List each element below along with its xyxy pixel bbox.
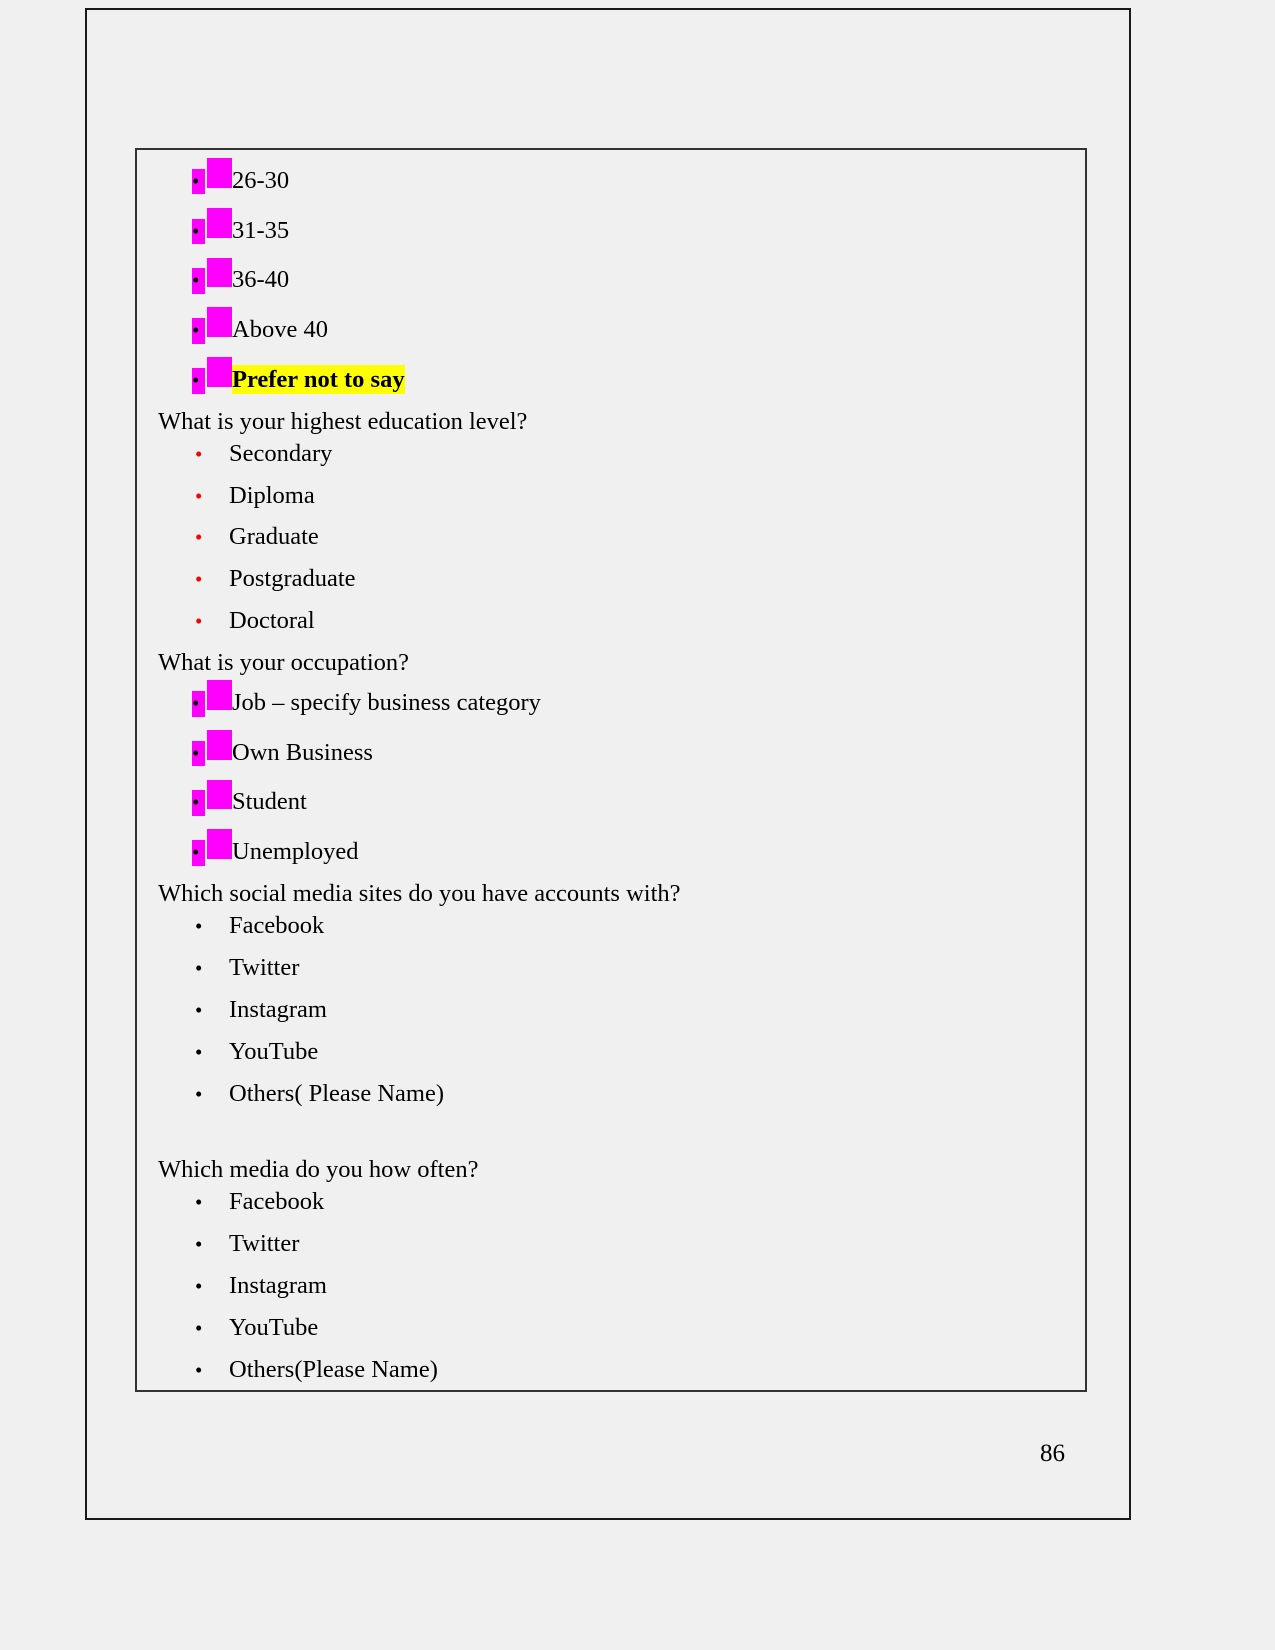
list-item[interactable]: • Graduate [149, 522, 1071, 551]
bullet-icon: • [192, 840, 205, 866]
list-item[interactable]: • Facebook [149, 911, 1071, 940]
option-label: 36-40 [232, 266, 290, 294]
list-item[interactable]: • Instagram [149, 1271, 1071, 1300]
question-education-level: What is your highest education level? [158, 407, 528, 435]
list-item[interactable]: • Twitter [149, 953, 1071, 982]
magenta-tab-fill [207, 207, 232, 238]
magenta-tab-fill [207, 357, 232, 387]
question-social-media-accounts: Which social media sites do you have acc… [158, 880, 681, 908]
option-label: Instagram [229, 995, 327, 1023]
list-item[interactable]: • Postgraduate [149, 564, 1071, 593]
magenta-tab-fill [207, 307, 232, 338]
list-item[interactable]: • Facebook [149, 1187, 1071, 1216]
option-label: 26-30 [232, 166, 290, 194]
list-item[interactable]: • Secondary [149, 439, 1071, 468]
option-label: Twitter [229, 953, 300, 981]
bullet-icon: • [195, 567, 203, 592]
list-item[interactable]: • Prefer not to say [149, 357, 1071, 395]
bullet-icon: • [192, 168, 205, 195]
bullet-icon: • [195, 441, 203, 466]
bullet-icon: • [192, 740, 205, 767]
bullet-icon: • [195, 997, 203, 1022]
magenta-tab-fill [207, 729, 232, 760]
list-item[interactable]: • Job – specify business category [149, 680, 1071, 717]
bullet-icon: • [195, 609, 203, 634]
bullet-icon: • [195, 913, 203, 938]
list-item[interactable]: • Own Business [149, 729, 1071, 767]
option-list-age-range: • 26-30 • 31-35 • 36-40 • Above 40 • Prefer n… [149, 158, 1071, 395]
magenta-tab-fill [207, 829, 232, 860]
option-label: Above 40 [232, 316, 328, 344]
bullet-icon: • [195, 483, 203, 508]
bullet-icon: • [195, 1315, 203, 1340]
list-item[interactable]: • Others(Please Name) [149, 1355, 1071, 1384]
bullet-icon: • [192, 318, 205, 344]
magenta-tab-fill [207, 779, 232, 810]
bullet-icon: • [195, 1232, 203, 1257]
option-label: Secondary [229, 439, 333, 467]
option-label: YouTube [229, 1313, 319, 1341]
option-list-occupation: • Job – specify business category • Own Bu… [149, 680, 1071, 867]
list-item[interactable]: • Unemployed [149, 829, 1071, 866]
list-item[interactable]: • YouTube [149, 1313, 1071, 1342]
option-label-highlighted: Prefer not to say [232, 364, 405, 395]
magenta-tab-fill [207, 158, 232, 188]
page-frame: • 26-30 • 31-35 • 36-40 • Above 40 • Prefer n… [85, 8, 1131, 1520]
question-occupation: What is your occupation? [158, 649, 410, 677]
option-label: Job – specify business category [232, 688, 541, 716]
option-label: Student [232, 788, 307, 816]
bullet-icon: • [195, 1190, 203, 1215]
bullet-icon: • [192, 268, 205, 295]
option-label: Others( Please Name) [229, 1079, 444, 1107]
option-list-education-level: • Secondary • Diploma • Graduate • Postgradu… [149, 439, 1071, 636]
bullet-icon: • [195, 1274, 203, 1299]
bullet-icon: • [195, 1081, 203, 1106]
bullet-icon: • [192, 690, 205, 717]
list-item[interactable]: • 31-35 [149, 207, 1071, 245]
bullet-icon: • [192, 367, 205, 394]
list-item[interactable]: • Instagram [149, 995, 1071, 1024]
option-label: Postgraduate [229, 565, 356, 593]
option-label: YouTube [229, 1037, 319, 1065]
question-media-frequency: Which media do you how often? [158, 1156, 479, 1184]
option-label: 31-35 [232, 216, 290, 244]
option-label: Graduate [229, 523, 319, 551]
bullet-icon: • [195, 955, 203, 980]
option-label: Others(Please Name) [229, 1355, 438, 1383]
option-list-social-media-accounts: • Facebook • Twitter • Instagram • YouTube •… [149, 911, 1071, 1108]
option-label: Own Business [232, 738, 373, 766]
list-item[interactable]: • Doctoral [149, 606, 1071, 635]
option-label: Twitter [229, 1230, 300, 1258]
list-item[interactable]: • Others( Please Name) [149, 1079, 1071, 1108]
option-label: Unemployed [232, 838, 359, 866]
option-label: Facebook [229, 911, 325, 939]
list-item[interactable]: • YouTube [149, 1037, 1071, 1066]
bullet-icon: • [195, 1039, 203, 1064]
bullet-icon: • [192, 218, 205, 245]
list-item[interactable]: • Twitter [149, 1229, 1071, 1258]
magenta-tab-fill [207, 257, 232, 288]
option-label: Diploma [229, 481, 315, 509]
list-item[interactable]: • Diploma [149, 481, 1071, 510]
list-item[interactable]: • Above 40 [149, 307, 1071, 344]
bullet-icon: • [195, 525, 203, 550]
bullet-icon: • [195, 1357, 203, 1382]
option-label: Doctoral [229, 607, 315, 635]
option-label: Facebook [229, 1188, 325, 1216]
list-item[interactable]: • 26-30 [149, 158, 1071, 195]
list-item[interactable]: • Student [149, 779, 1071, 817]
bullet-icon: • [192, 790, 205, 817]
page-number: 86 [1040, 1440, 1065, 1467]
option-list-media-frequency: • Facebook • Twitter • Instagram • YouTube •… [149, 1187, 1071, 1384]
magenta-tab-fill [207, 680, 232, 710]
list-item[interactable]: • 36-40 [149, 257, 1071, 295]
option-label: Instagram [229, 1272, 327, 1300]
survey-content-box: • 26-30 • 31-35 • 36-40 • Above 40 • Prefer n… [135, 148, 1087, 1392]
